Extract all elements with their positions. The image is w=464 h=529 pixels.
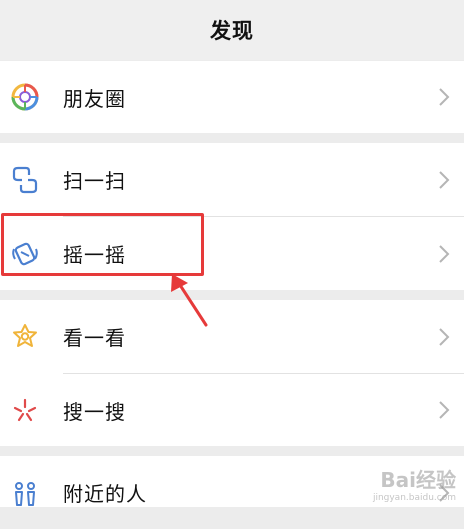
highlight-box (1, 213, 204, 276)
list-item-label: 看一看 (63, 326, 126, 350)
chevron-right-icon (439, 244, 450, 263)
list-item-label: 搜一搜 (63, 399, 126, 424)
section-top-stories-search: 看一看 搜一搜 (0, 300, 464, 446)
watermark: Bai经验 jingyan.baidu.com (373, 464, 456, 503)
nav-bar: 发现 (0, 0, 464, 60)
chevron-right-icon (439, 88, 450, 106)
top-stories-icon (10, 322, 40, 352)
list-item-top-stories[interactable]: 看一看 (0, 300, 464, 373)
chevron-right-icon (439, 327, 450, 346)
list-item-label: 扫一扫 (63, 169, 126, 193)
chevron-right-icon (439, 170, 450, 189)
watermark-logo: Bai经验 (380, 468, 456, 492)
list-item-label: 朋友圈 (63, 86, 126, 111)
chevron-right-icon (439, 401, 450, 419)
search-icon (10, 395, 40, 425)
page-title: 发现 (210, 19, 254, 43)
list-item-moments[interactable]: 朋友圈 (0, 61, 464, 133)
people-nearby-icon (10, 478, 40, 508)
watermark-url: jingyan.baidu.com (372, 493, 456, 503)
scan-icon (10, 165, 40, 195)
list-item-scan[interactable]: 扫一扫 (0, 143, 464, 216)
section-moments: 朋友圈 (0, 61, 464, 133)
list-item-search[interactable]: 搜一搜 (0, 374, 464, 446)
moments-icon (10, 82, 40, 112)
list-item-label: 附近的人 (63, 482, 147, 506)
